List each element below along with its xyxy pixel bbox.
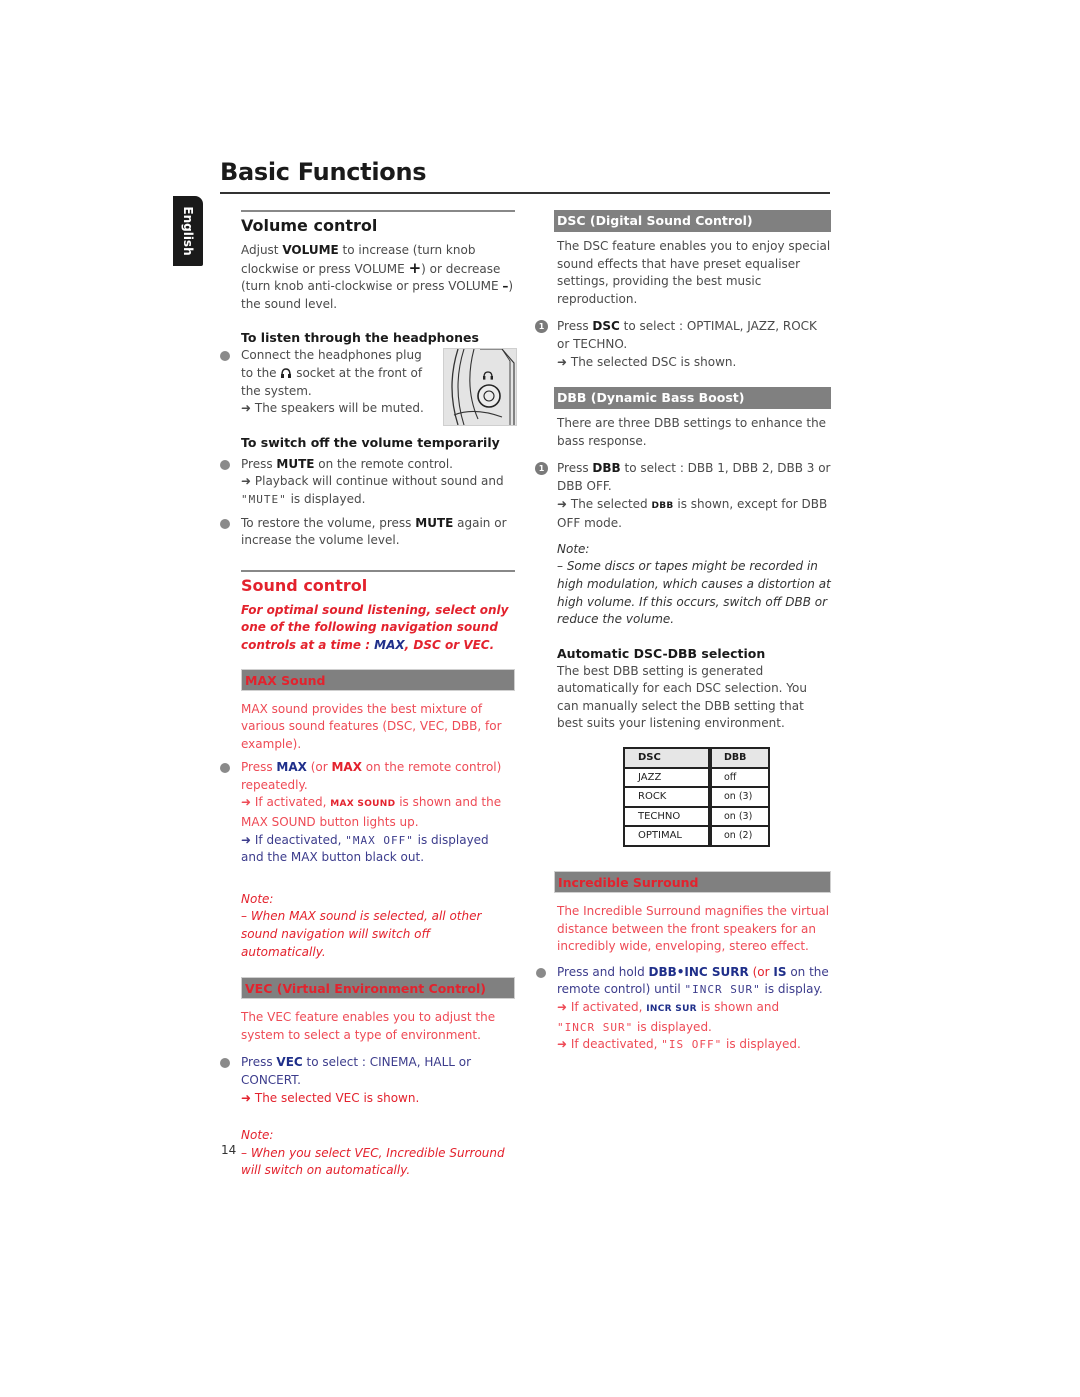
volume-intro: Adjust VOLUME to increase (turn knob clo… — [241, 243, 514, 311]
lcd-incr-sur-indicator: INCR SUR — [646, 1004, 697, 1014]
table-cell: TECHNO — [623, 805, 712, 828]
auto-selection-heading: Automatic DSC-DBB selection — [557, 645, 766, 661]
step-number-icon: 1 — [535, 462, 548, 476]
max-note-label: Note: — [241, 891, 274, 906]
dsc-bar: DSC (Digital Sound Control) — [554, 210, 831, 232]
dbb-bar: DBB (Dynamic Bass Boost) — [554, 387, 831, 410]
bullet-icon — [220, 763, 230, 774]
vec-step: Press VEC to select : CINEMA, HALL or CO… — [220, 1054, 515, 1107]
title-divider — [220, 192, 830, 194]
lcd-incr-sur: "INCR SUR" — [557, 1020, 634, 1034]
incredible-surround-bar: Incredible Surround — [554, 871, 831, 894]
mute-step: Press MUTE on the remote control. ➜ Play… — [220, 456, 515, 509]
table-cell: ROCK — [623, 786, 712, 808]
left-column: Volume control Adjust VOLUME to increase… — [220, 210, 515, 1180]
table-cell: off — [709, 766, 770, 789]
table-cell: on (3) — [709, 786, 770, 808]
language-tab[interactable]: English — [173, 196, 203, 266]
restore-step: To restore the volume, press MUTE again … — [220, 515, 515, 550]
lcd-is-off: "IS OFF" — [661, 1038, 723, 1052]
lcd-max-off: "MAX OFF" — [345, 833, 414, 847]
bullet-icon — [220, 518, 230, 529]
language-tab-label: English — [181, 206, 195, 256]
table-cell: JAZZ — [623, 766, 712, 789]
section-divider — [241, 210, 515, 212]
sound-intro: For optimal sound listening, select only… — [241, 602, 509, 652]
table-row: TECHNO on (3) — [623, 805, 770, 828]
plus-icon: + — [408, 258, 422, 277]
table-cell: on (3) — [709, 805, 770, 828]
volume-control-heading: Volume control — [241, 216, 378, 235]
dsc-dbb-table: DSC DBB JAZZ off ROCK on (3) TECHNO on (… — [623, 747, 770, 848]
max-desc: MAX sound provides the best mixture of v… — [241, 701, 502, 751]
headphones-heading: To listen through the headphones — [241, 330, 479, 346]
vec-result: ➜ The selected VEC is shown. — [241, 1090, 420, 1105]
table-row: ROCK on (3) — [623, 786, 770, 808]
headphones-icon — [281, 368, 292, 378]
table-cell: OPTIMAL — [623, 825, 712, 848]
max-sound-bar: MAX Sound — [241, 668, 515, 691]
dsc-desc: The DSC feature enables you to enjoy spe… — [557, 239, 831, 306]
dbb-note-text: – Some discs or tapes might be recorded … — [557, 559, 831, 627]
headphones-result: ➜ The speakers will be muted. — [241, 401, 424, 416]
vec-note-text: – When you select VEC, Incredible Surrou… — [241, 1145, 505, 1178]
bullet-icon — [220, 459, 230, 470]
page-number: 14 — [221, 1143, 237, 1157]
lcd-incr-sur: "INCR SUR" — [684, 983, 761, 997]
step-number-icon: 1 — [535, 320, 548, 334]
table-row: OPTIMAL on (2) — [623, 825, 770, 848]
sound-control-heading: Sound control — [241, 575, 368, 595]
max-step: Press MAX (or MAX on the remote control)… — [220, 759, 515, 867]
bullet-icon — [220, 1058, 230, 1069]
table-cell: on (2) — [709, 825, 770, 848]
dbb-step: 1 Press DBB to select : DBB 1, DBB 2, DB… — [535, 460, 831, 532]
lcd-mute: "MUTE" — [241, 492, 287, 506]
bullet-icon — [220, 351, 230, 362]
dbb-desc: There are three DBB settings to enhance … — [557, 416, 827, 448]
table-header-dbb: DBB — [709, 747, 770, 769]
mute-heading: To switch off the volume temporarily — [241, 434, 500, 450]
table-header-dsc: DSC — [623, 747, 712, 769]
table-row: JAZZ off — [623, 766, 770, 789]
right-column: DSC (Digital Sound Control) The DSC feat… — [535, 210, 831, 1054]
auto-selection-desc: The best DBB setting is generated automa… — [557, 663, 807, 731]
dsc-step: 1 Press DSC to select : OPTIMAL, JAZZ, R… — [535, 318, 831, 371]
page-title: Basic Functions — [220, 158, 427, 186]
lcd-max-sound: MAX SOUND — [330, 799, 396, 810]
incredible-desc: The Incredible Surround magnifies the vi… — [557, 904, 830, 954]
headphones-step: Connect the headphones plug to the socke… — [220, 347, 431, 417]
vec-note-label: Note: — [241, 1128, 274, 1143]
vec-bar: VEC (Virtual Environment Control) — [241, 977, 515, 1000]
max-note-text: – When MAX sound is selected, all other … — [241, 909, 482, 959]
bullet-icon — [536, 967, 546, 978]
dsc-result: ➜ The selected DSC is shown. — [557, 354, 737, 369]
incredible-step: Press and hold DBB•INC SURR (or IS on th… — [536, 964, 831, 1054]
vec-desc: The VEC feature enables you to adjust th… — [241, 1010, 496, 1042]
lcd-dbb: DBB — [651, 500, 674, 511]
section-divider — [241, 569, 515, 572]
table-header-row: DSC DBB — [623, 747, 770, 769]
dbb-note-label: Note: — [557, 541, 590, 556]
